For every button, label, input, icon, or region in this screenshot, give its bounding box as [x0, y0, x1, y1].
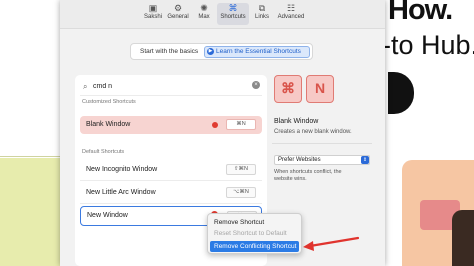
tab-general[interactable]: ⚙ General [166, 3, 190, 25]
background-divider [0, 156, 60, 157]
background-hand-illustration [452, 210, 474, 266]
background-headline: How. [388, 0, 453, 26]
select-note-line: When shortcuts conflict, the [274, 169, 342, 175]
tab-label: Shortcuts [220, 14, 246, 20]
n-key-tile: N [306, 75, 334, 103]
select-note: When shortcuts conflict, the website win… [274, 169, 374, 183]
detail-divider [272, 143, 372, 144]
basics-banner: Start with the basics ▶ Learn the Essent… [130, 43, 313, 60]
default-heading: Default Shortcuts [82, 149, 125, 155]
tab-shortcuts[interactable]: ⌘ Shortcuts [217, 3, 249, 25]
learn-shortcuts-label: Learn the Essential Shortcuts [216, 48, 301, 55]
background-subline: -to Hub. [382, 30, 474, 60]
tab-advanced[interactable]: ☷ Advanced [276, 3, 306, 25]
search-input[interactable] [93, 80, 243, 92]
command-icon: ⌘ [228, 3, 238, 13]
shortcut-label: Blank Window [86, 121, 131, 128]
select-value: Prefer Websites [278, 157, 321, 163]
sliders-icon: ☷ [286, 3, 296, 13]
sparkle-icon: ✺ [200, 3, 208, 13]
shortcut-key-field[interactable]: ⌘N [226, 119, 256, 130]
background-green-panel [0, 158, 60, 266]
customized-heading: Customized Shortcuts [82, 99, 136, 105]
command-key-tile: ⌘ [274, 75, 302, 103]
gear-icon: ⚙ [173, 3, 183, 13]
search-divider [80, 95, 262, 96]
conflict-warning-icon [212, 122, 218, 128]
tab-label: General [167, 14, 189, 20]
row-divider [80, 180, 262, 181]
learn-shortcuts-button[interactable]: ▶ Learn the Essential Shortcuts [204, 46, 310, 58]
shortcut-row-new-incognito-window[interactable]: New Incognito Window ⇧⌘N [80, 161, 262, 179]
shortcut-row-new-little-arc-window[interactable]: New Little Arc Window ⌥⌘N [80, 184, 262, 202]
conflict-preference-select[interactable]: Prefer Websites ⇕ [274, 155, 370, 165]
tab-label: Advanced [277, 14, 305, 20]
shortcut-row-blank-window[interactable]: Blank Window ⌘N [80, 116, 262, 134]
tab-links[interactable]: ⧉ Links [252, 3, 272, 25]
settings-toolbar: ▣ Sakshi ⚙ General ✺ Max ⌘ Shortcuts ⧉ L… [60, 0, 385, 29]
detail-title: Blank Window [274, 118, 319, 125]
clear-search-icon[interactable]: × [252, 81, 260, 89]
shortcut-label: New Little Arc Window [86, 189, 156, 196]
shortcut-label: New Window [87, 212, 128, 219]
tab-label: Sakshi [143, 14, 162, 20]
tab-sakshi[interactable]: ▣ Sakshi [142, 3, 164, 25]
row-divider [80, 203, 262, 204]
detail-description: Creates a new blank window. [274, 129, 352, 135]
search-icon: ⌕ [83, 82, 88, 91]
menu-item-reset-shortcut: Reset Shortcut to Default [214, 230, 287, 237]
tab-max[interactable]: ✺ Max [194, 3, 214, 25]
tab-label: Links [254, 14, 269, 20]
menu-item-remove-shortcut[interactable]: Remove Shortcut [210, 217, 299, 228]
play-icon: ▶ [207, 48, 214, 55]
banner-text: Start with the basics [140, 48, 199, 55]
shortcut-label: New Incognito Window [86, 166, 158, 173]
shortcut-key-field[interactable]: ⌥⌘N [226, 187, 256, 198]
shortcut-key-field[interactable]: ⇧⌘N [226, 164, 256, 175]
chevron-updown-icon: ⇕ [361, 156, 369, 164]
context-menu: Remove Shortcut Reset Shortcut to Defaul… [207, 213, 302, 254]
link-icon: ⧉ [258, 3, 266, 13]
menu-item-remove-conflicting[interactable]: Remove Conflicting Shortcut [210, 241, 299, 252]
tab-label: Max [198, 14, 210, 20]
person-icon: ▣ [148, 3, 158, 13]
select-note-line: website wins. [274, 176, 307, 182]
